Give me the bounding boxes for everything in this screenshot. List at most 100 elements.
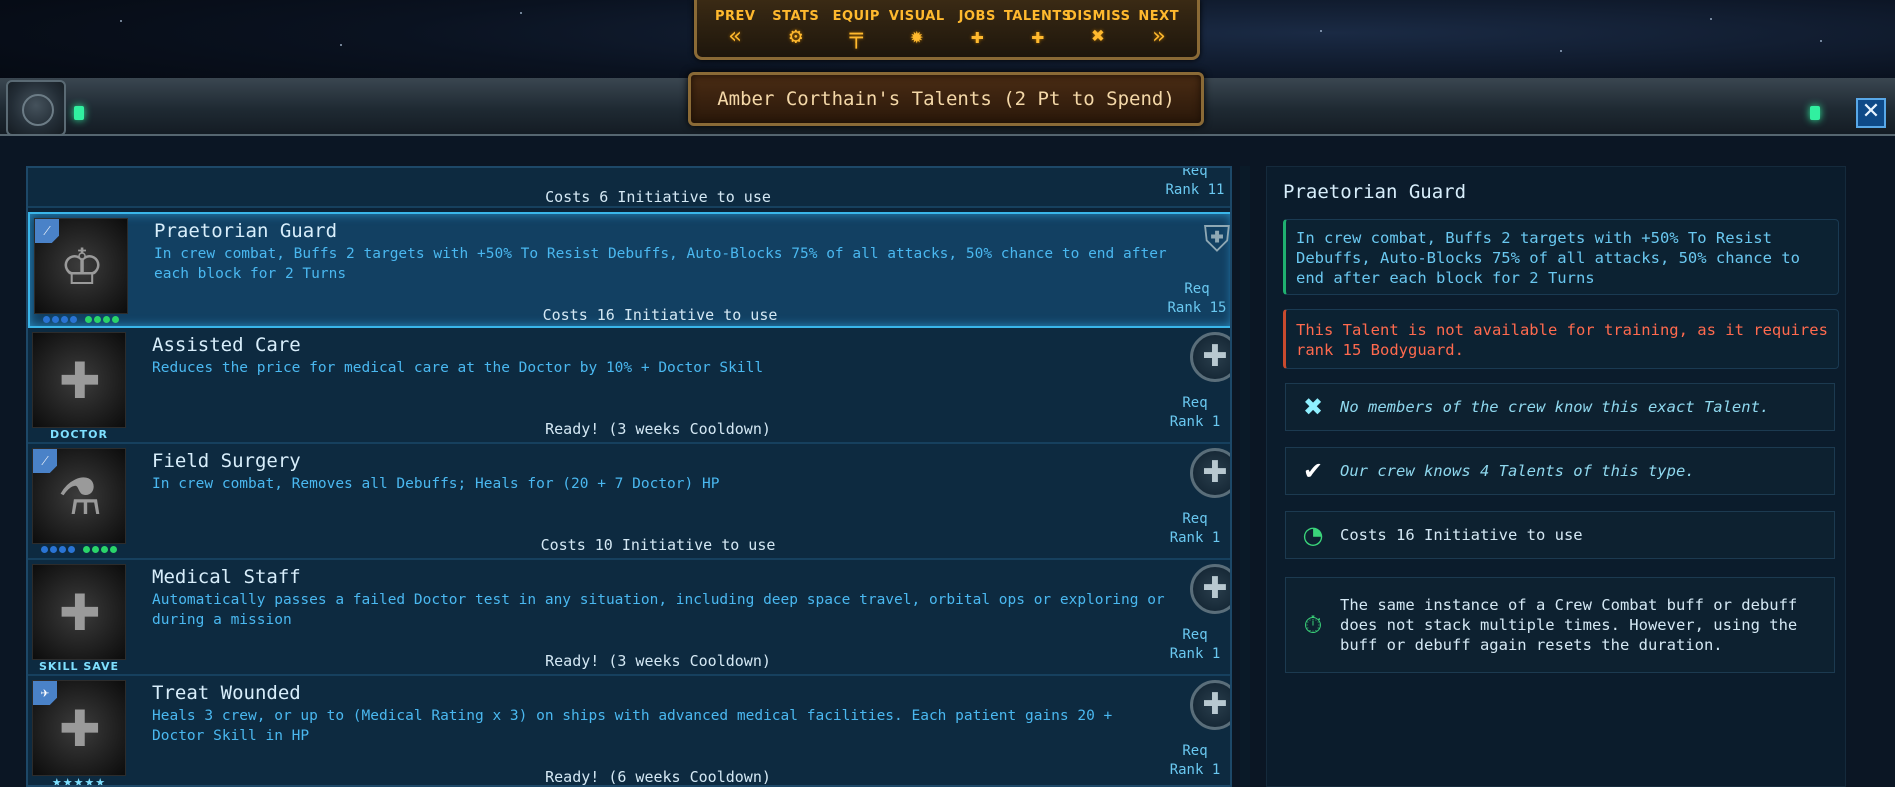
check-icon: ✔: [1302, 457, 1324, 485]
nav-visual-button[interactable]: VISUAL ✹: [888, 9, 946, 49]
nav-label: VISUAL: [888, 8, 945, 24]
talent-name: Praetorian Guard: [154, 220, 338, 242]
stopwatch-icon: ⏱: [1303, 611, 1323, 639]
talent-portrait: ✚ ✈: [32, 680, 126, 776]
talent-portrait: ✚: [32, 332, 126, 428]
talent-detail-panel: Praetorian Guard In crew combat, Buffs 2…: [1266, 166, 1846, 787]
list-scrollbar[interactable]: [1240, 166, 1250, 787]
double-chevron-right-icon: »: [1152, 23, 1166, 49]
fact-text: The same instance of a Crew Combat buff …: [1340, 596, 1798, 654]
x-icon: ✖: [1302, 393, 1324, 421]
talent-cost: Costs 10 Initiative to use: [540, 536, 776, 554]
talent-cost: Costs 6 Initiative to use: [545, 188, 771, 206]
speedometer-icon: ◔: [1302, 521, 1324, 549]
nav-label: PREV: [715, 8, 756, 24]
nav-next-button[interactable]: NEXT »: [1130, 9, 1188, 49]
nav-label: TALENTS: [1003, 8, 1072, 24]
nav-label: EQUIP: [832, 8, 880, 24]
pistol-icon: ╤: [849, 23, 863, 49]
talent-desc: Automatically passes a failed Doctor tes…: [152, 592, 1165, 628]
talent-name: Treat Wounded: [152, 682, 301, 704]
close-button[interactable]: ✕: [1856, 98, 1886, 128]
medical-cross-icon: ✚: [1190, 564, 1230, 614]
req-rank: Rank 11: [1165, 182, 1225, 198]
req-rank: Rank 15: [1167, 300, 1227, 316]
medical-cross-icon: ✚: [1190, 448, 1230, 498]
talent-req: Req Rank 1: [1158, 742, 1230, 780]
req-rank: Rank 1: [1169, 762, 1221, 778]
nav-prev-button[interactable]: PREV «: [706, 9, 764, 49]
medical-check-icon: ✚: [59, 584, 101, 642]
double-chevron-left-icon: «: [728, 23, 742, 49]
title-plate: Amber Corthain's Talents (2 Pt to Spend): [688, 72, 1204, 126]
talent-row-praetorian-guard[interactable]: ♔ ⁄ Praetorian Guard In crew combat, Buf…: [28, 212, 1231, 328]
talent-name: Assisted Care: [152, 334, 301, 356]
detail-title: Praetorian Guard: [1283, 181, 1467, 203]
req-rank: Rank 1: [1169, 530, 1221, 546]
fact-text: Costs 16 Initiative to use: [1340, 526, 1583, 544]
talent-desc: Reduces the price for medical care at th…: [152, 360, 764, 376]
job-plus-icon: ✚: [970, 23, 984, 49]
status-light-left: [74, 106, 84, 120]
talent-cost: Ready! (3 weeks Cooldown): [545, 420, 771, 438]
req-label: Req: [1182, 627, 1208, 643]
talent-req: Req Rank 15: [1160, 280, 1230, 318]
nav-stats-button[interactable]: STATS ⚙: [767, 9, 825, 49]
talent-row-medical-staff[interactable]: ✚ SKILL SAVE Medical Staff Automatically…: [28, 560, 1230, 676]
sword-badge-icon: ⁄: [33, 449, 57, 473]
talent-type-tag: SKILL SAVE: [38, 660, 120, 673]
medical-cross-icon: ✚: [1190, 680, 1230, 730]
fact-row: ✔ Our crew knows 4 Talents of this type.: [1285, 447, 1835, 495]
nav-label: DISMISS: [1066, 8, 1131, 24]
x-icon: ✖: [1091, 23, 1105, 49]
page-title: Amber Corthain's Talents (2 Pt to Spend): [717, 88, 1175, 110]
nav-talents-button[interactable]: TALENTS ✚: [1004, 9, 1071, 49]
bandage-cross-icon: ✚: [59, 352, 101, 410]
talent-name: Field Surgery: [152, 450, 301, 472]
talent-name: Medical Staff: [152, 566, 301, 588]
talent-row-assisted-care[interactable]: ✚ DOCTOR Assisted Care Reduces the price…: [28, 328, 1230, 444]
rank-dots: [32, 546, 126, 556]
fact-text: No members of the crew know this exact T…: [1340, 398, 1770, 416]
frame-ornament-left: [6, 80, 66, 136]
talent-req: Req Rank 1: [1158, 394, 1230, 432]
talent-desc: In crew combat, Buffs 2 targets with +50…: [154, 246, 1167, 282]
req-label: Req: [1182, 743, 1208, 759]
talent-req: Req Rank 1: [1158, 510, 1230, 548]
req-rank: Rank 1: [1169, 646, 1221, 662]
rank-dots: [34, 316, 128, 326]
shield-icon: ⛨: [1203, 219, 1231, 260]
nav-label: STATS: [772, 8, 820, 24]
nav-dismiss-button[interactable]: DISMISS ✖: [1066, 8, 1131, 49]
talent-row-treat-wounded[interactable]: ✚ ✈ ★★★★★ Treat Wounded Heals 3 crew, or…: [28, 676, 1230, 787]
nav-jobs-button[interactable]: JOBS ✚: [948, 9, 1006, 49]
talent-portrait: ✚: [32, 564, 126, 660]
detail-warning: This Talent is not available for trainin…: [1283, 309, 1839, 369]
fact-text: Our crew knows 4 Talents of this type.: [1340, 462, 1695, 480]
req-label: Req: [1184, 281, 1210, 297]
talent-cost: Ready! (3 weeks Cooldown): [545, 652, 771, 670]
req-label: Req: [1182, 166, 1208, 179]
talent-rank-stars: ★★★★★: [51, 776, 107, 787]
talent-cost: Ready! (6 weeks Cooldown): [545, 768, 771, 786]
talent-plus-icon: ✚: [1031, 23, 1045, 49]
medical-cross-icon: ✚: [1190, 332, 1230, 382]
req-label: Req: [1182, 395, 1208, 411]
talent-row-partial[interactable]: Costs 6 Initiative to use Req Rank 11: [28, 166, 1230, 208]
nav-label: NEXT: [1138, 8, 1180, 24]
nav-label: JOBS: [958, 8, 996, 24]
nav-equip-button[interactable]: EQUIP ╤: [827, 9, 885, 49]
req-rank: Rank 1: [1169, 414, 1221, 430]
sun-icon: ✹: [910, 23, 924, 49]
talent-req: Req Rank 1: [1158, 626, 1230, 664]
talent-row-field-surgery[interactable]: ⚗ ⁄ Field Surgery In crew combat, Remove…: [28, 444, 1230, 560]
status-light-right: [1810, 106, 1820, 120]
talent-req: Req Rank 11: [1158, 166, 1230, 200]
talent-cost: Costs 16 Initiative to use: [542, 306, 778, 324]
gear-icon: ⚙: [789, 23, 803, 49]
fact-row: ✖ No members of the crew know this exact…: [1285, 383, 1835, 431]
talent-list: Costs 6 Initiative to use Req Rank 11 ♔ …: [26, 166, 1232, 787]
req-label: Req: [1182, 511, 1208, 527]
talent-desc: In crew combat, Removes all Debuffs; Hea…: [152, 476, 720, 492]
fact-row: ⏱ The same instance of a Crew Combat buf…: [1285, 577, 1835, 673]
